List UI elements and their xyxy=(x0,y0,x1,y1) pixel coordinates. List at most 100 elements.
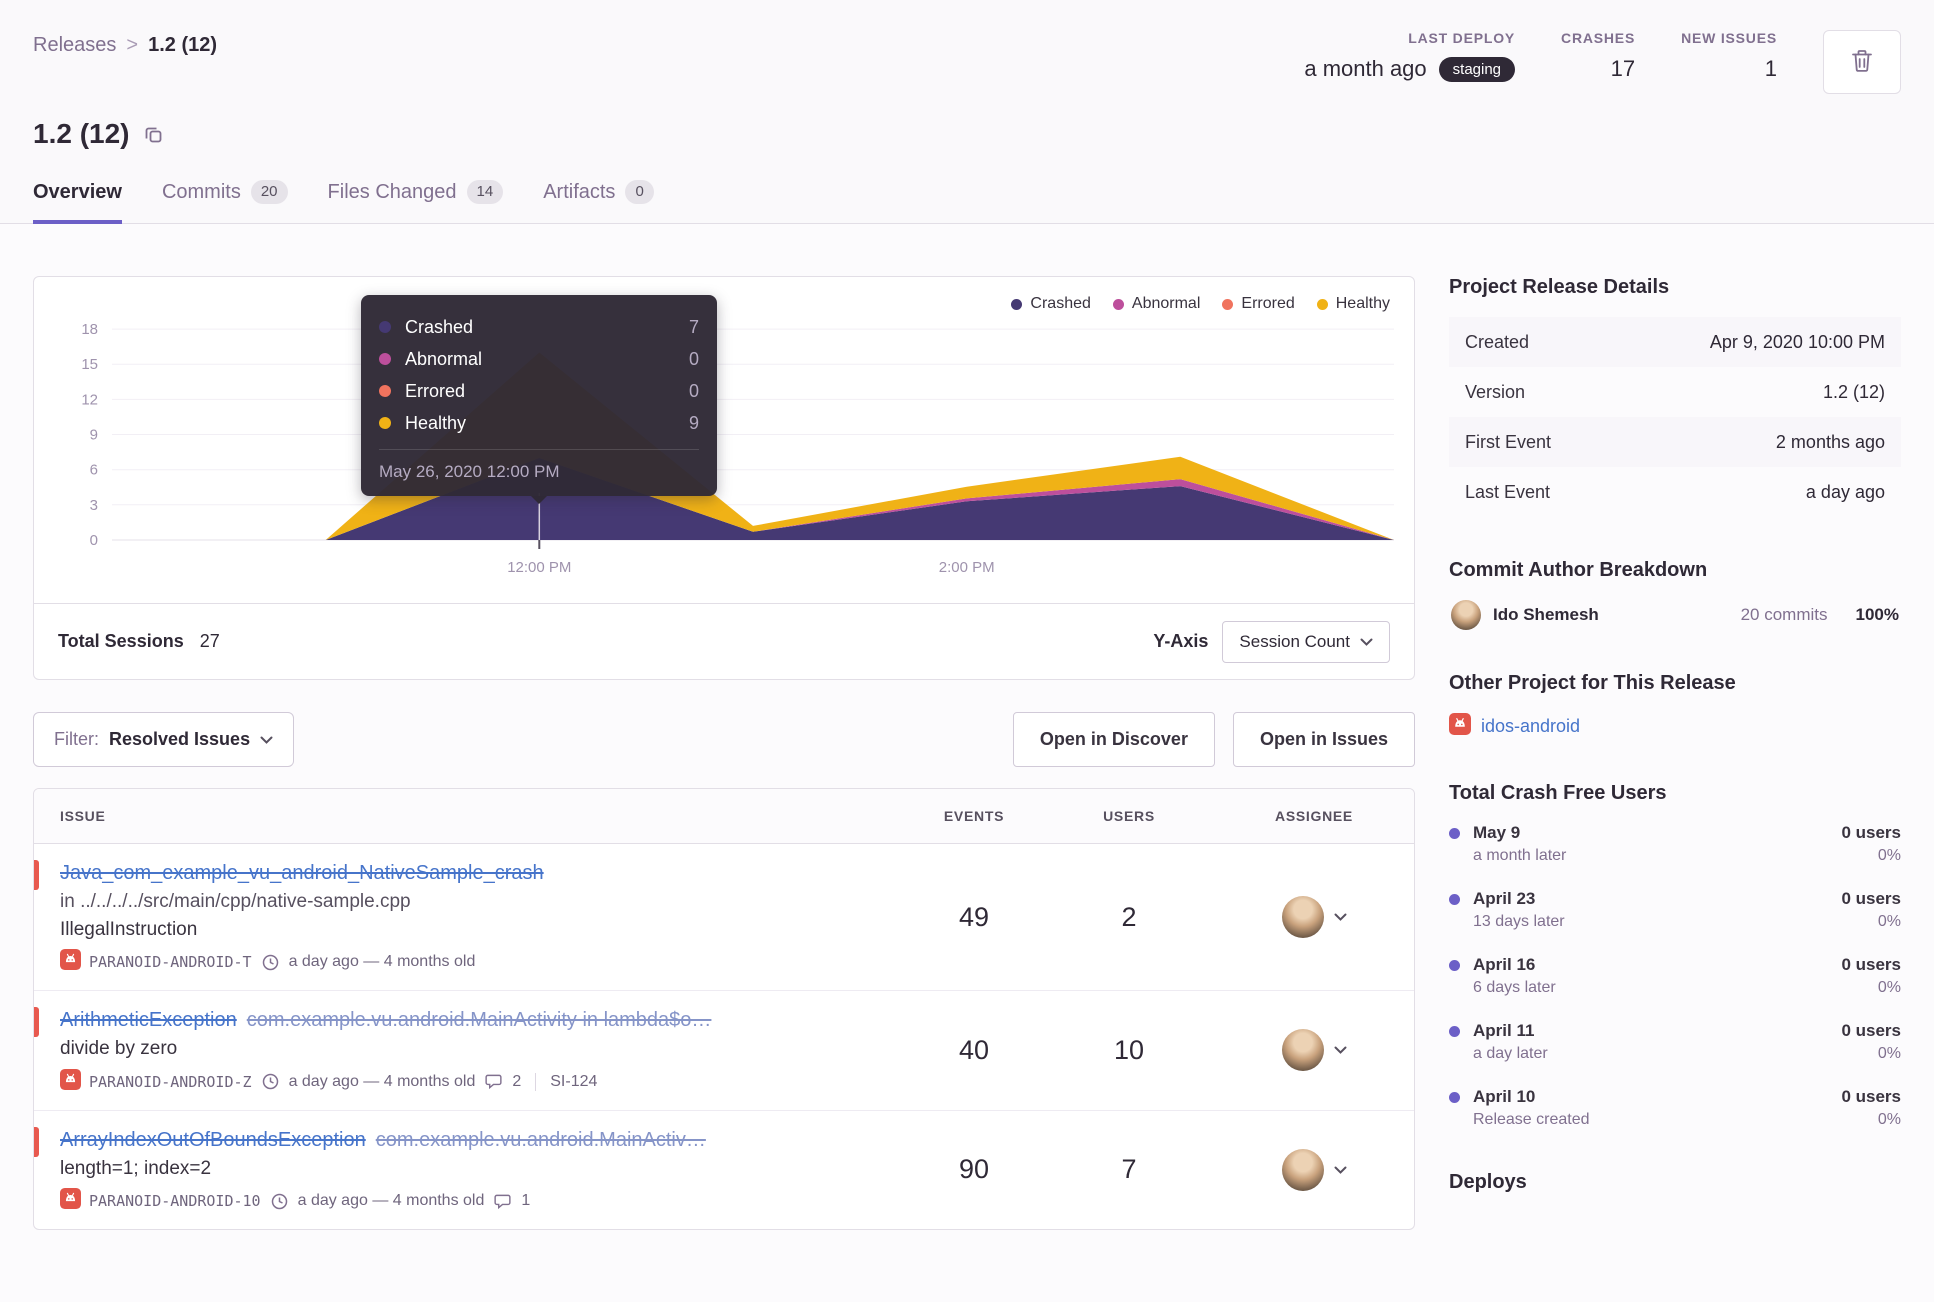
copy-icon[interactable] xyxy=(144,125,163,144)
column-assignee: ASSIGNEE xyxy=(1275,808,1353,824)
legend-item-crashed[interactable]: Crashed xyxy=(1011,295,1091,313)
staging-badge: staging xyxy=(1438,56,1516,82)
tab-overview[interactable]: Overview xyxy=(33,180,122,224)
project-tag-label: PARANOID-ANDROID-Z xyxy=(89,1072,252,1091)
stat-crashes: CRASHES 17 xyxy=(1561,30,1635,82)
crash-free-users: 0 users xyxy=(1841,1087,1901,1106)
assignee-avatar xyxy=(1281,1148,1324,1191)
detail-label: Created xyxy=(1465,331,1530,352)
tab-overview-label: Overview xyxy=(33,180,122,203)
release-tabs: Overview Commits 20 Files Changed 14 Artif… xyxy=(33,180,1901,224)
tooltip-crashed-label: Crashed xyxy=(405,316,474,337)
author-avatar xyxy=(1451,600,1481,630)
author-percent: 100% xyxy=(1855,605,1899,624)
detail-label: Version xyxy=(1465,381,1526,402)
issue-culprit-path: com.example.vu.android.MainActivity in l… xyxy=(246,1009,712,1032)
section-heading: Other Project for This Release xyxy=(1449,672,1736,694)
tooltip-healthy-label: Healthy xyxy=(405,412,467,433)
list-item: April 10 0 users Release created 0% xyxy=(1449,1087,1901,1129)
crashed-legend-dot xyxy=(1011,298,1023,310)
y-axis-select[interactable]: Session Count xyxy=(1222,620,1390,663)
tooltip-abnormal-label: Abnormal xyxy=(405,348,483,369)
other-project-name: idos-android xyxy=(1481,716,1581,736)
users-count: 10 xyxy=(1113,1034,1145,1065)
project-tag[interactable]: PARANOID-ANDROID-T xyxy=(60,949,252,975)
stat-new-issues: NEW ISSUES 1 xyxy=(1681,30,1777,82)
tab-commits[interactable]: Commits 20 xyxy=(162,180,288,224)
clock-icon xyxy=(262,954,279,971)
detail-value: 2 months ago xyxy=(1775,431,1885,452)
author-commit-count: 20 commits xyxy=(1740,605,1828,624)
crash-free-percent: 0% xyxy=(1877,979,1901,996)
assignee-dropdown[interactable] xyxy=(1281,896,1347,939)
svg-text:0: 0 xyxy=(90,532,98,549)
column-users: USERS xyxy=(1103,808,1155,824)
issue-title-link[interactable]: Java_com_example_vu_android_NativeSample… xyxy=(60,862,544,884)
legend-item-abnormal[interactable]: Abnormal xyxy=(1112,295,1200,313)
events-count: 40 xyxy=(958,1034,990,1065)
timeline-dot xyxy=(1449,1025,1460,1037)
issue-title-link[interactable]: ArrayIndexOutOfBoundsException xyxy=(60,1129,366,1151)
project-tag[interactable]: PARANOID-ANDROID-10 xyxy=(60,1188,261,1214)
detail-row-first-event: First Event 2 months ago xyxy=(1449,417,1901,467)
healthy-legend-dot xyxy=(1316,298,1328,310)
assignee-dropdown[interactable] xyxy=(1281,1029,1347,1072)
svg-text:6: 6 xyxy=(90,462,98,479)
crashes-value: 17 xyxy=(1610,56,1636,81)
assignee-dropdown[interactable] xyxy=(1281,1148,1347,1191)
comments-count: 1 xyxy=(521,1192,531,1210)
project-tag-label: PARANOID-ANDROID-10 xyxy=(89,1192,261,1211)
legend-item-errored[interactable]: Errored xyxy=(1222,295,1295,313)
android-project-icon xyxy=(60,949,81,975)
filter-dropdown[interactable]: Filter: Resolved Issues xyxy=(33,712,295,767)
tooltip-errored-dot xyxy=(379,385,391,397)
issue-title-link[interactable]: ArithmeticException xyxy=(60,1009,237,1031)
commit-author-row: Ido Shemesh 20 commits 100% xyxy=(1449,600,1901,630)
open-in-issues-button[interactable]: Open in Issues xyxy=(1232,712,1415,767)
comments-icon xyxy=(494,1193,511,1210)
trash-icon xyxy=(1851,49,1873,76)
legend-item-healthy[interactable]: Healthy xyxy=(1316,295,1390,313)
chevron-down-icon xyxy=(1334,913,1347,921)
users-count: 2 xyxy=(1121,901,1137,932)
crash-free-users: 0 users xyxy=(1841,889,1901,908)
other-projects-section: Other Project for This Release idos-andr… xyxy=(1449,672,1901,740)
clock-icon xyxy=(262,1073,279,1090)
chart-legend: Crashed Abnormal Errored Healthy xyxy=(1011,295,1390,313)
issue-location: in ../../../../src/main/cpp/native-sampl… xyxy=(60,891,411,912)
detail-row-version: Version 1.2 (12) xyxy=(1449,367,1901,417)
table-row: ArrayIndexOutOfBoundsException com.exampl… xyxy=(34,1111,1414,1230)
timeline-dot xyxy=(1449,827,1460,839)
events-count: 49 xyxy=(958,901,990,932)
assignee-avatar xyxy=(1281,1029,1324,1072)
commit-author-breakdown-section: Commit Author Breakdown Ido Shemesh 20 c… xyxy=(1449,559,1901,630)
crash-free-users: 0 users xyxy=(1841,955,1901,974)
sessions-chart[interactable]: 0 3 6 9 12 15 18 12:00 PM 2:00 PM Crashed 7 Abnor… xyxy=(34,277,1414,603)
project-tag[interactable]: PARANOID-ANDROID-Z xyxy=(60,1068,252,1095)
tab-commits-label: Commits xyxy=(161,180,241,203)
issue-culprit: divide by zero xyxy=(60,1038,178,1060)
comments-icon xyxy=(485,1073,502,1090)
list-item: April 11 0 users a day later 0% xyxy=(1449,1021,1901,1063)
y-axis-label: Y-Axis xyxy=(1153,631,1209,651)
comments-count: 2 xyxy=(512,1072,522,1090)
breadcrumb: Releases > 1.2 (12) xyxy=(33,30,217,57)
delete-release-button[interactable] xyxy=(1823,30,1901,94)
table-row: ArithmeticException com.example.vu.androi… xyxy=(34,991,1414,1111)
events-count: 90 xyxy=(958,1154,990,1185)
project-release-details-section: Project Release Details Created Apr 9, 20… xyxy=(1449,276,1901,517)
tab-artifacts[interactable]: Artifacts 0 xyxy=(543,180,654,224)
breadcrumb-current: 1.2 (12) xyxy=(148,34,218,56)
issue-annotation[interactable]: SI-124 xyxy=(550,1073,597,1091)
open-in-discover-button[interactable]: Open in Discover xyxy=(1012,712,1215,767)
other-project-link[interactable]: idos-android xyxy=(1449,713,1901,740)
tab-files-changed[interactable]: Files Changed 14 xyxy=(328,180,504,224)
breadcrumb-releases-link[interactable]: Releases xyxy=(33,34,116,57)
detail-row-last-event: Last Event a day ago xyxy=(1449,467,1901,517)
detail-value: 1.2 (12) xyxy=(1822,381,1885,402)
crash-free-relative: a day later xyxy=(1473,1045,1548,1062)
crash-free-users-section: Total Crash Free Users May 9 0 users a mo… xyxy=(1449,782,1901,1129)
unresolved-indicator xyxy=(34,1007,39,1038)
issue-age: a day ago — 4 months old xyxy=(297,1192,485,1210)
crash-free-users: 0 users xyxy=(1841,823,1901,842)
